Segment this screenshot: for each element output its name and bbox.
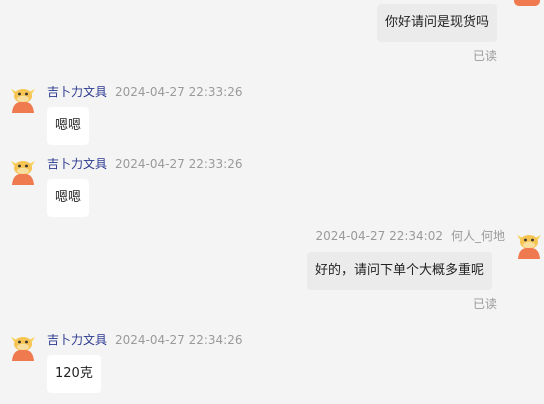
incoming-message-bubble[interactable]: 120克 [47,355,101,393]
sender-avatar[interactable] [9,155,37,185]
message-timestamp: 2024-04-27 22:34:26 [115,333,243,347]
sender-name[interactable]: 吉卜力文具 [47,333,107,347]
cartoon-cow-avatar-icon [11,337,35,361]
message-text: 嗯嗯 [55,118,82,133]
read-status: 已读 [473,297,498,311]
cartoon-cow-avatar-icon [517,235,541,259]
chat-message-list[interactable]: 你好请问是现货吗 已读 吉卜力文具 2024-04-27 22:33:26 嗯嗯 [0,0,544,404]
sender-name[interactable]: 吉卜力文具 [47,85,107,99]
sender-name[interactable]: 吉卜力文具 [47,157,107,171]
avatar-cropped [514,0,540,6]
sender-name[interactable]: 何人_何地 [451,229,505,243]
message-meta: 吉卜力文具 2024-04-27 22:34:26 [47,332,242,348]
cartoon-cow-avatar-icon [11,89,35,113]
outgoing-message-bubble[interactable]: 你好请问是现货吗 [377,4,498,42]
incoming-message-bubble[interactable]: 嗯嗯 [47,179,90,217]
message-text: 120克 [55,366,93,381]
message-timestamp: 2024-04-27 22:33:26 [115,85,243,99]
outgoing-message-bubble[interactable]: 好的，请问下单个大概多重呢 [307,252,493,290]
message-timestamp: 2024-04-27 22:33:26 [115,157,243,171]
message-meta: 2024-04-27 22:34:02 何人_何地 [316,228,505,244]
read-status: 已读 [473,49,498,63]
message-text: 嗯嗯 [55,190,82,205]
message-meta: 吉卜力文具 2024-04-27 22:33:26 [47,156,242,172]
cartoon-cow-avatar-icon [11,161,35,185]
message-text: 你好请问是现货吗 [385,15,490,30]
message-timestamp: 2024-04-27 22:34:02 [315,229,443,243]
message-meta: 吉卜力文具 2024-04-27 22:33:26 [47,84,242,100]
incoming-message-bubble[interactable]: 嗯嗯 [47,107,90,145]
sender-avatar[interactable] [9,83,37,113]
sender-avatar[interactable] [9,331,37,361]
message-text: 好的，请问下单个大概多重呢 [315,263,485,278]
own-avatar[interactable] [515,229,543,259]
